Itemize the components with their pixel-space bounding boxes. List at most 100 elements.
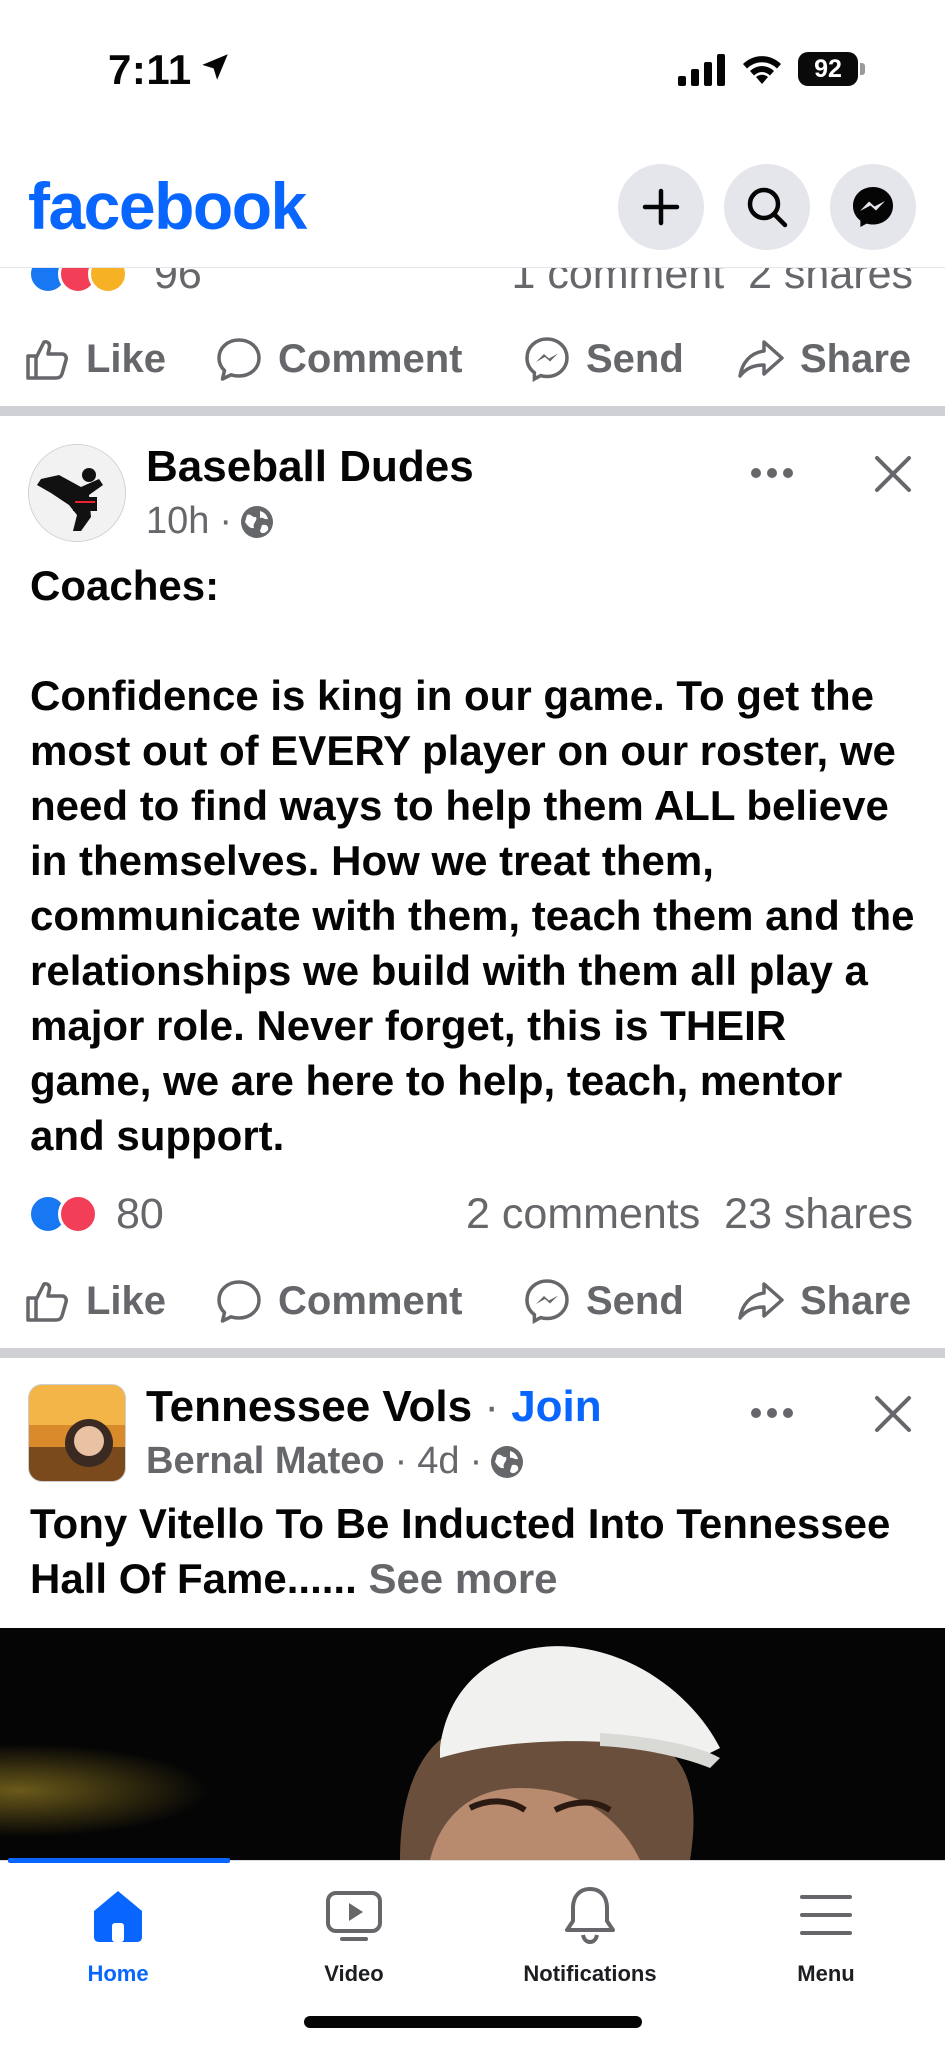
group-avatar[interactable] — [28, 1384, 126, 1482]
search-icon — [747, 187, 788, 228]
nav-home-label: Home — [87, 1961, 149, 1986]
share-button[interactable]: Share — [736, 1276, 911, 1326]
plus-icon — [642, 188, 680, 226]
like-label: Like — [86, 1278, 167, 1323]
nav-video[interactable]: Video — [236, 1883, 472, 1987]
thumbs-up-icon — [26, 340, 68, 380]
battery-indicator: 92 — [798, 52, 866, 86]
status-bar: 7:11 92 — [0, 0, 945, 140]
post-time[interactable]: 10h — [146, 500, 209, 543]
comment-icon — [217, 1280, 261, 1323]
more-options-icon[interactable] — [749, 1406, 795, 1420]
post-time[interactable]: 4d — [417, 1440, 459, 1483]
create-button[interactable] — [618, 164, 704, 250]
news-feed[interactable]: 96 1 comment 2 shares Like Comment Send … — [0, 268, 945, 1860]
reactions-summary[interactable]: 80 2 comments 23 shares — [28, 1188, 913, 1238]
post-meta: 10h · — [146, 500, 276, 543]
meta-separator: · — [394, 1440, 408, 1482]
post-author[interactable]: Bernal Mateo — [146, 1440, 385, 1483]
share-arrow-icon — [738, 1282, 784, 1320]
share-button[interactable]: Share — [736, 334, 911, 384]
messenger-icon — [853, 187, 893, 227]
search-button[interactable] — [724, 164, 810, 250]
status-time: 7:11 — [108, 46, 192, 93]
post-separator — [0, 1348, 945, 1358]
home-icon — [94, 1891, 142, 1942]
wow-reaction-icon — [88, 268, 128, 294]
battery-level: 92 — [798, 52, 858, 86]
nav-menu[interactable]: Menu — [708, 1883, 944, 1987]
reactions-summary-top[interactable]: 96 1 comment 2 shares — [28, 268, 913, 298]
reaction-count[interactable]: 96 — [154, 268, 202, 299]
join-group-button[interactable]: Join — [511, 1382, 601, 1431]
comment-button[interactable]: Comment — [214, 334, 462, 384]
shares-count[interactable]: 23 shares — [724, 1190, 913, 1238]
like-button[interactable]: Like — [22, 334, 166, 384]
comments-shares-count[interactable]: 2 comments 23 shares — [466, 1190, 913, 1239]
battery-tip — [860, 63, 865, 75]
post-actions: Like Comment Send Share — [0, 1266, 945, 1336]
comment-button[interactable]: Comment — [214, 1276, 462, 1326]
post-header: Tennessee Vols · Join Bernal Mateo · 4d … — [0, 1374, 945, 1484]
active-tab-indicator — [8, 1858, 230, 1863]
bell-icon — [565, 1887, 615, 1945]
post-meta: Bernal Mateo · 4d · — [146, 1440, 526, 1483]
share-arrow-icon — [738, 340, 784, 378]
messenger-send-icon — [525, 337, 569, 382]
love-reaction-icon — [58, 1194, 98, 1234]
title-separator: · — [484, 1382, 499, 1431]
comments-count[interactable]: 2 comments — [466, 1190, 700, 1238]
baseball-dudes-logo — [29, 445, 125, 541]
send-button[interactable]: Send — [522, 1276, 684, 1326]
comment-label: Comment — [278, 336, 463, 381]
nav-menu-label: Menu — [797, 1961, 855, 1986]
comment-label: Comment — [278, 1278, 463, 1323]
send-label: Send — [586, 336, 684, 381]
thumbs-up-icon — [26, 1282, 68, 1322]
page-avatar[interactable] — [28, 444, 126, 542]
post-header: Baseball Dudes 10h · — [0, 434, 945, 544]
post-photo[interactable] — [0, 1628, 945, 1860]
see-more-link[interactable]: See more — [368, 1555, 557, 1602]
nav-notifications[interactable]: Notifications — [472, 1883, 708, 1987]
messenger-send-icon — [525, 1279, 569, 1324]
app-header: facebook — [0, 140, 945, 268]
page-name[interactable]: Baseball Dudes — [146, 442, 474, 492]
location-arrow-icon — [202, 54, 228, 80]
comments-shares-count[interactable]: 1 comment 2 shares — [511, 268, 913, 299]
group-title: Tennessee Vols · Join — [146, 1382, 602, 1432]
shares-count[interactable]: 2 shares — [748, 268, 913, 298]
globe-icon — [241, 505, 274, 538]
nav-home[interactable]: Home — [0, 1883, 236, 1987]
hide-post-close-icon[interactable] — [871, 452, 915, 496]
group-name[interactable]: Tennessee Vols — [146, 1382, 472, 1431]
reaction-count[interactable]: 80 — [116, 1190, 164, 1239]
messenger-button[interactable] — [830, 164, 916, 250]
meta-separator: · — [469, 1440, 483, 1482]
group-cover-thumbnail — [29, 1385, 125, 1481]
post-separator — [0, 406, 945, 416]
cellular-signal-icon — [678, 54, 725, 86]
home-indicator-bar[interactable] — [304, 2016, 642, 2028]
nav-notifications-label: Notifications — [523, 1961, 657, 1986]
menu-icon — [800, 1895, 852, 1935]
comments-count[interactable]: 1 comment — [511, 268, 724, 298]
post-body-text: Tony Vitello To Be Inducted Into Tenness… — [30, 1496, 919, 1606]
man-in-white-cap-photo — [0, 1628, 945, 1860]
post-actions-top: Like Comment Send Share — [0, 324, 945, 394]
like-button[interactable]: Like — [22, 1276, 166, 1326]
send-label: Send — [586, 1278, 684, 1323]
comment-icon — [217, 338, 261, 381]
more-options-icon[interactable] — [749, 466, 795, 480]
wifi-icon — [743, 56, 781, 84]
nav-video-label: Video — [324, 1961, 384, 1986]
share-label: Share — [800, 1278, 912, 1323]
send-button[interactable]: Send — [522, 334, 684, 384]
globe-icon — [491, 1445, 524, 1478]
meta-separator: · — [219, 500, 233, 542]
hide-post-close-icon[interactable] — [871, 1392, 915, 1436]
facebook-logo[interactable]: facebook — [28, 168, 307, 244]
share-label: Share — [800, 336, 912, 381]
video-icon — [326, 1891, 382, 1941]
like-label: Like — [86, 336, 167, 381]
